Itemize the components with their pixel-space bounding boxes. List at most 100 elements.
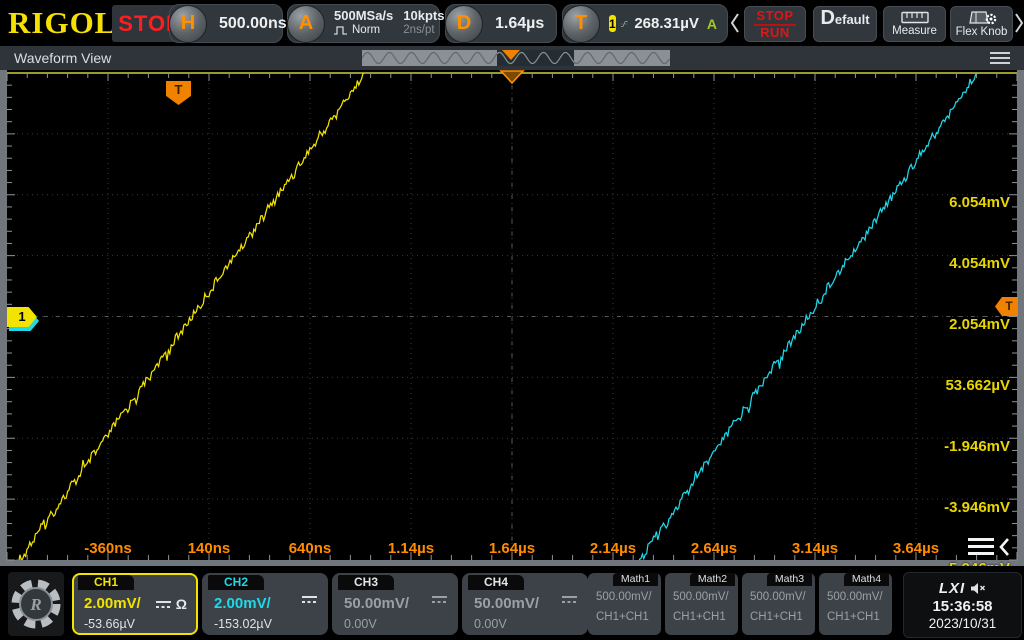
trigger-level-value: 268.31µV (634, 15, 699, 32)
default-button[interactable]: Default (813, 6, 877, 42)
pulse-icon (334, 26, 348, 35)
voltage-label: 2.054mV (920, 316, 1010, 333)
voltage-label: -1.946mV (920, 438, 1010, 455)
voltage-label: 6.054mV (920, 194, 1010, 211)
impedance-label: Ω (176, 596, 187, 612)
dc-coupling-icon (562, 596, 577, 603)
measure-button[interactable]: Measure (883, 6, 946, 42)
acquisition-control[interactable]: A 500MSa/s Norm 10kpts 2ns/pt (287, 4, 440, 43)
channel-scale: 2.00mV/ (84, 595, 141, 612)
channel-box-ch3[interactable]: CH3 50.00mV/ 0.00V (332, 573, 458, 635)
graticule (0, 70, 1024, 566)
lxi-logo: LXI (939, 580, 965, 597)
channel-box-ch1[interactable]: CH1 2.00mV/ Ω -53.66µV (72, 573, 198, 635)
sample-rate: 500MSa/s (334, 9, 393, 24)
time-label: 3.64µs (876, 540, 956, 557)
view-title: Waveform View (14, 50, 111, 66)
acquisition-knob[interactable]: A (287, 5, 325, 43)
sound-muted-icon (970, 582, 986, 595)
stop-run-button[interactable]: STOP RUN (744, 6, 806, 42)
horizontal-scale-control[interactable]: H 500.00ns/ (169, 4, 283, 43)
math-scale: 500.00mV/ (750, 591, 806, 603)
math-tab: Math2 (690, 573, 735, 586)
math-tab: Math4 (844, 573, 889, 586)
waveform-display[interactable]: 6.054mV 4.054mV 2.054mV 53.662µV -1.946m… (0, 70, 1024, 566)
delay-control[interactable]: D 1.64µs (445, 4, 557, 43)
math-expression: CH1+CH1 (673, 611, 726, 623)
svg-text:R: R (29, 595, 41, 614)
channel-offset: -53.66µV (84, 617, 135, 631)
math-box-math1[interactable]: Math1 500.00mV/ CH1+CH1 (588, 573, 661, 635)
stop-run-label-bottom: RUN (760, 26, 790, 40)
rigol-gear-logo[interactable]: R (8, 572, 64, 636)
time-label: 640ns (270, 540, 350, 557)
flex-knob-label: Flex Knob (956, 26, 1008, 38)
dc-coupling-icon (156, 601, 171, 608)
voltage-label: -3.946mV (920, 499, 1010, 516)
math-box-math4[interactable]: Math4 500.00mV/ CH1+CH1 (819, 573, 892, 635)
channel-offset: 0.00V (474, 617, 507, 631)
time-label: 2.64µs (674, 540, 754, 557)
flex-knob-icon (967, 10, 997, 25)
channel-offset: -153.02µV (214, 617, 272, 631)
time-label: -360ns (68, 540, 148, 557)
math-scale: 500.00mV/ (673, 591, 729, 603)
scroll-left-icon[interactable] (729, 12, 741, 34)
clock-date: 2023/10/31 (904, 616, 1021, 631)
bottom-bar: R CH1 2.00mV/ Ω -53.66µV CH2 2.00mV/ -15… (0, 566, 1024, 640)
channel-scale: 50.00mV/ (474, 595, 539, 612)
rigol-logo: RIGOL (8, 5, 116, 41)
rising-edge-icon (620, 12, 629, 36)
time-label: 3.14µs (775, 540, 855, 557)
channel-tab: CH3 (338, 575, 394, 590)
time-label: 140ns (169, 540, 249, 557)
gear-icon: R (11, 576, 61, 632)
math-expression: CH1+CH1 (827, 611, 880, 623)
channel-offset: 0.00V (344, 617, 377, 631)
time-per-point: 2ns/pt (403, 24, 444, 37)
clock-time: 15:36:58 (904, 598, 1021, 615)
voltage-label: 4.054mV (920, 255, 1010, 272)
default-label-rest: efault (835, 12, 870, 27)
channel-tab: CH4 (468, 575, 524, 590)
time-label: 1.14µs (371, 540, 451, 557)
top-bar: RIGOL STOP H 500.00ns/ A 500MSa/s Norm 1… (0, 0, 1024, 46)
math-tab: Math1 (613, 573, 658, 586)
scroll-right-icon[interactable] (1013, 12, 1024, 34)
stop-run-label-top: STOP (754, 9, 795, 26)
oscilloscope-screen: RIGOL STOP H 500.00ns/ A 500MSa/s Norm 1… (0, 0, 1024, 640)
waveform-view-titlebar: Waveform View (0, 46, 1024, 70)
channel-tab: CH1 (78, 575, 134, 590)
time-label: 2.14µs (573, 540, 653, 557)
time-label: 1.64µs (472, 540, 552, 557)
dc-coupling-icon (302, 596, 317, 603)
view-menu-icon[interactable] (990, 52, 1010, 64)
trigger-source-badge: 1 (609, 15, 616, 32)
math-expression: CH1+CH1 (596, 611, 649, 623)
math-expression: CH1+CH1 (750, 611, 803, 623)
math-box-math2[interactable]: Math2 500.00mV/ CH1+CH1 (665, 573, 738, 635)
channel-box-ch2[interactable]: CH2 2.00mV/ -153.02µV (202, 573, 328, 635)
measure-label: Measure (892, 25, 937, 37)
trigger-sweep-indicator: A (707, 16, 717, 32)
waveform-overview-strip[interactable] (362, 50, 670, 66)
math-scale: 500.00mV/ (596, 591, 652, 603)
channel-scale: 50.00mV/ (344, 595, 409, 612)
ruler-icon (901, 11, 929, 24)
trigger-knob[interactable]: T (562, 5, 600, 43)
trigger-control[interactable]: T 1 268.31µV A (562, 4, 728, 43)
system-status-box[interactable]: LXI 15:36:58 2023/10/31 (903, 572, 1022, 638)
dc-coupling-icon (432, 596, 447, 603)
horizontal-knob[interactable]: H (169, 5, 207, 43)
math-box-math3[interactable]: Math3 500.00mV/ CH1+CH1 (742, 573, 815, 635)
math-tab: Math3 (767, 573, 812, 586)
delay-knob[interactable]: D (445, 5, 483, 43)
channel-box-ch4[interactable]: CH4 50.00mV/ 0.00V (462, 573, 588, 635)
acquire-mode: Norm (352, 24, 380, 37)
memory-depth: 10kpts (403, 9, 444, 24)
channel-scale: 2.00mV/ (214, 595, 271, 612)
collapse-menu-icon[interactable] (968, 534, 1010, 559)
flex-knob-button[interactable]: Flex Knob (950, 6, 1013, 42)
delay-value: 1.64µs (495, 15, 544, 33)
voltage-label: 53.662µV (920, 377, 1010, 394)
